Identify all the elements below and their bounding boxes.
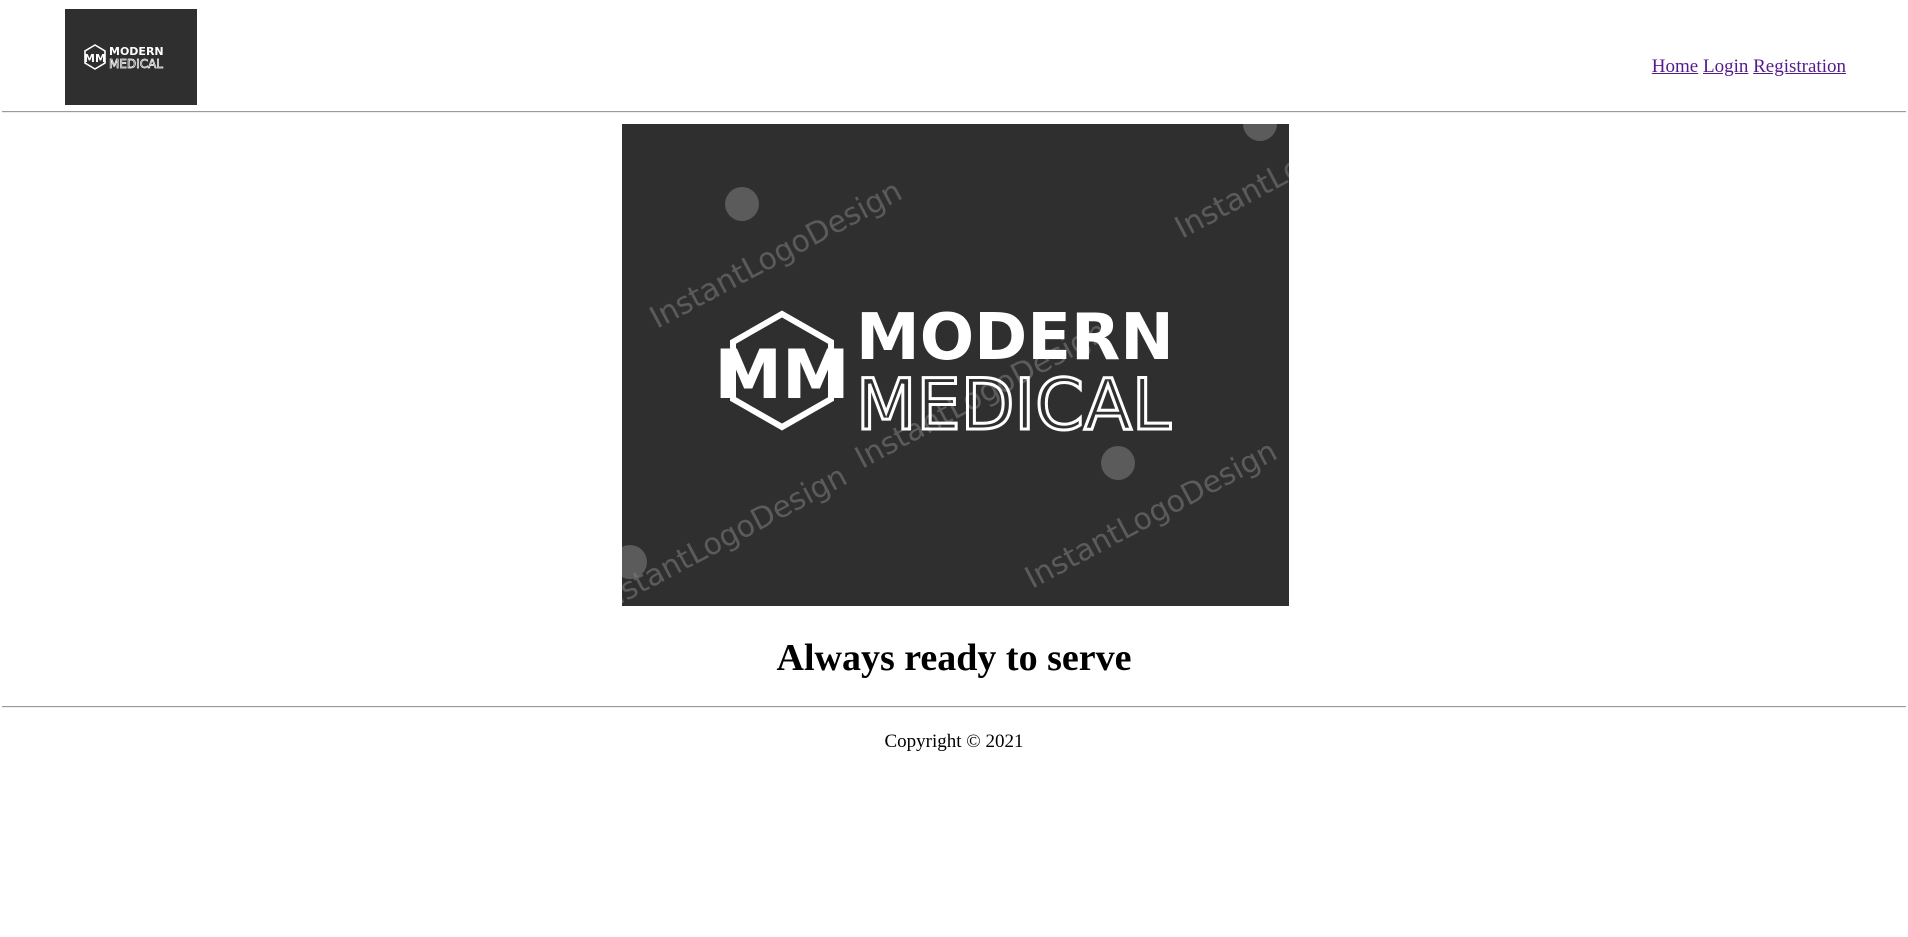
header-divider [2, 111, 1906, 113]
hero-logo-monogram: MM [714, 336, 849, 415]
site-logo-line2: MEDICAL [109, 57, 163, 71]
hero-logo-graphic: InstantLogoDesign InstantLogoDesign Inst… [622, 124, 1289, 606]
top-nav: Home Login Registration [1652, 54, 1846, 80]
hero-logo-line2: MEDICAL [856, 364, 1171, 446]
hero-logo-image: InstantLogoDesign InstantLogoDesign Inst… [622, 124, 1289, 606]
tagline-heading: Always ready to serve [776, 637, 1132, 679]
copyright-text: Copyright © 2021 [884, 731, 1024, 752]
site-logo-image: MM MODERN MEDICAL [65, 9, 197, 105]
footer-divider [2, 706, 1906, 708]
nav-home-link[interactable]: Home [1652, 56, 1698, 77]
site-logo-monogram: MM [84, 52, 106, 65]
nav-registration-link[interactable]: Registration [1753, 56, 1846, 77]
nav-login-link[interactable]: Login [1703, 56, 1748, 77]
site-logo: MM MODERN MEDICAL [65, 9, 197, 105]
